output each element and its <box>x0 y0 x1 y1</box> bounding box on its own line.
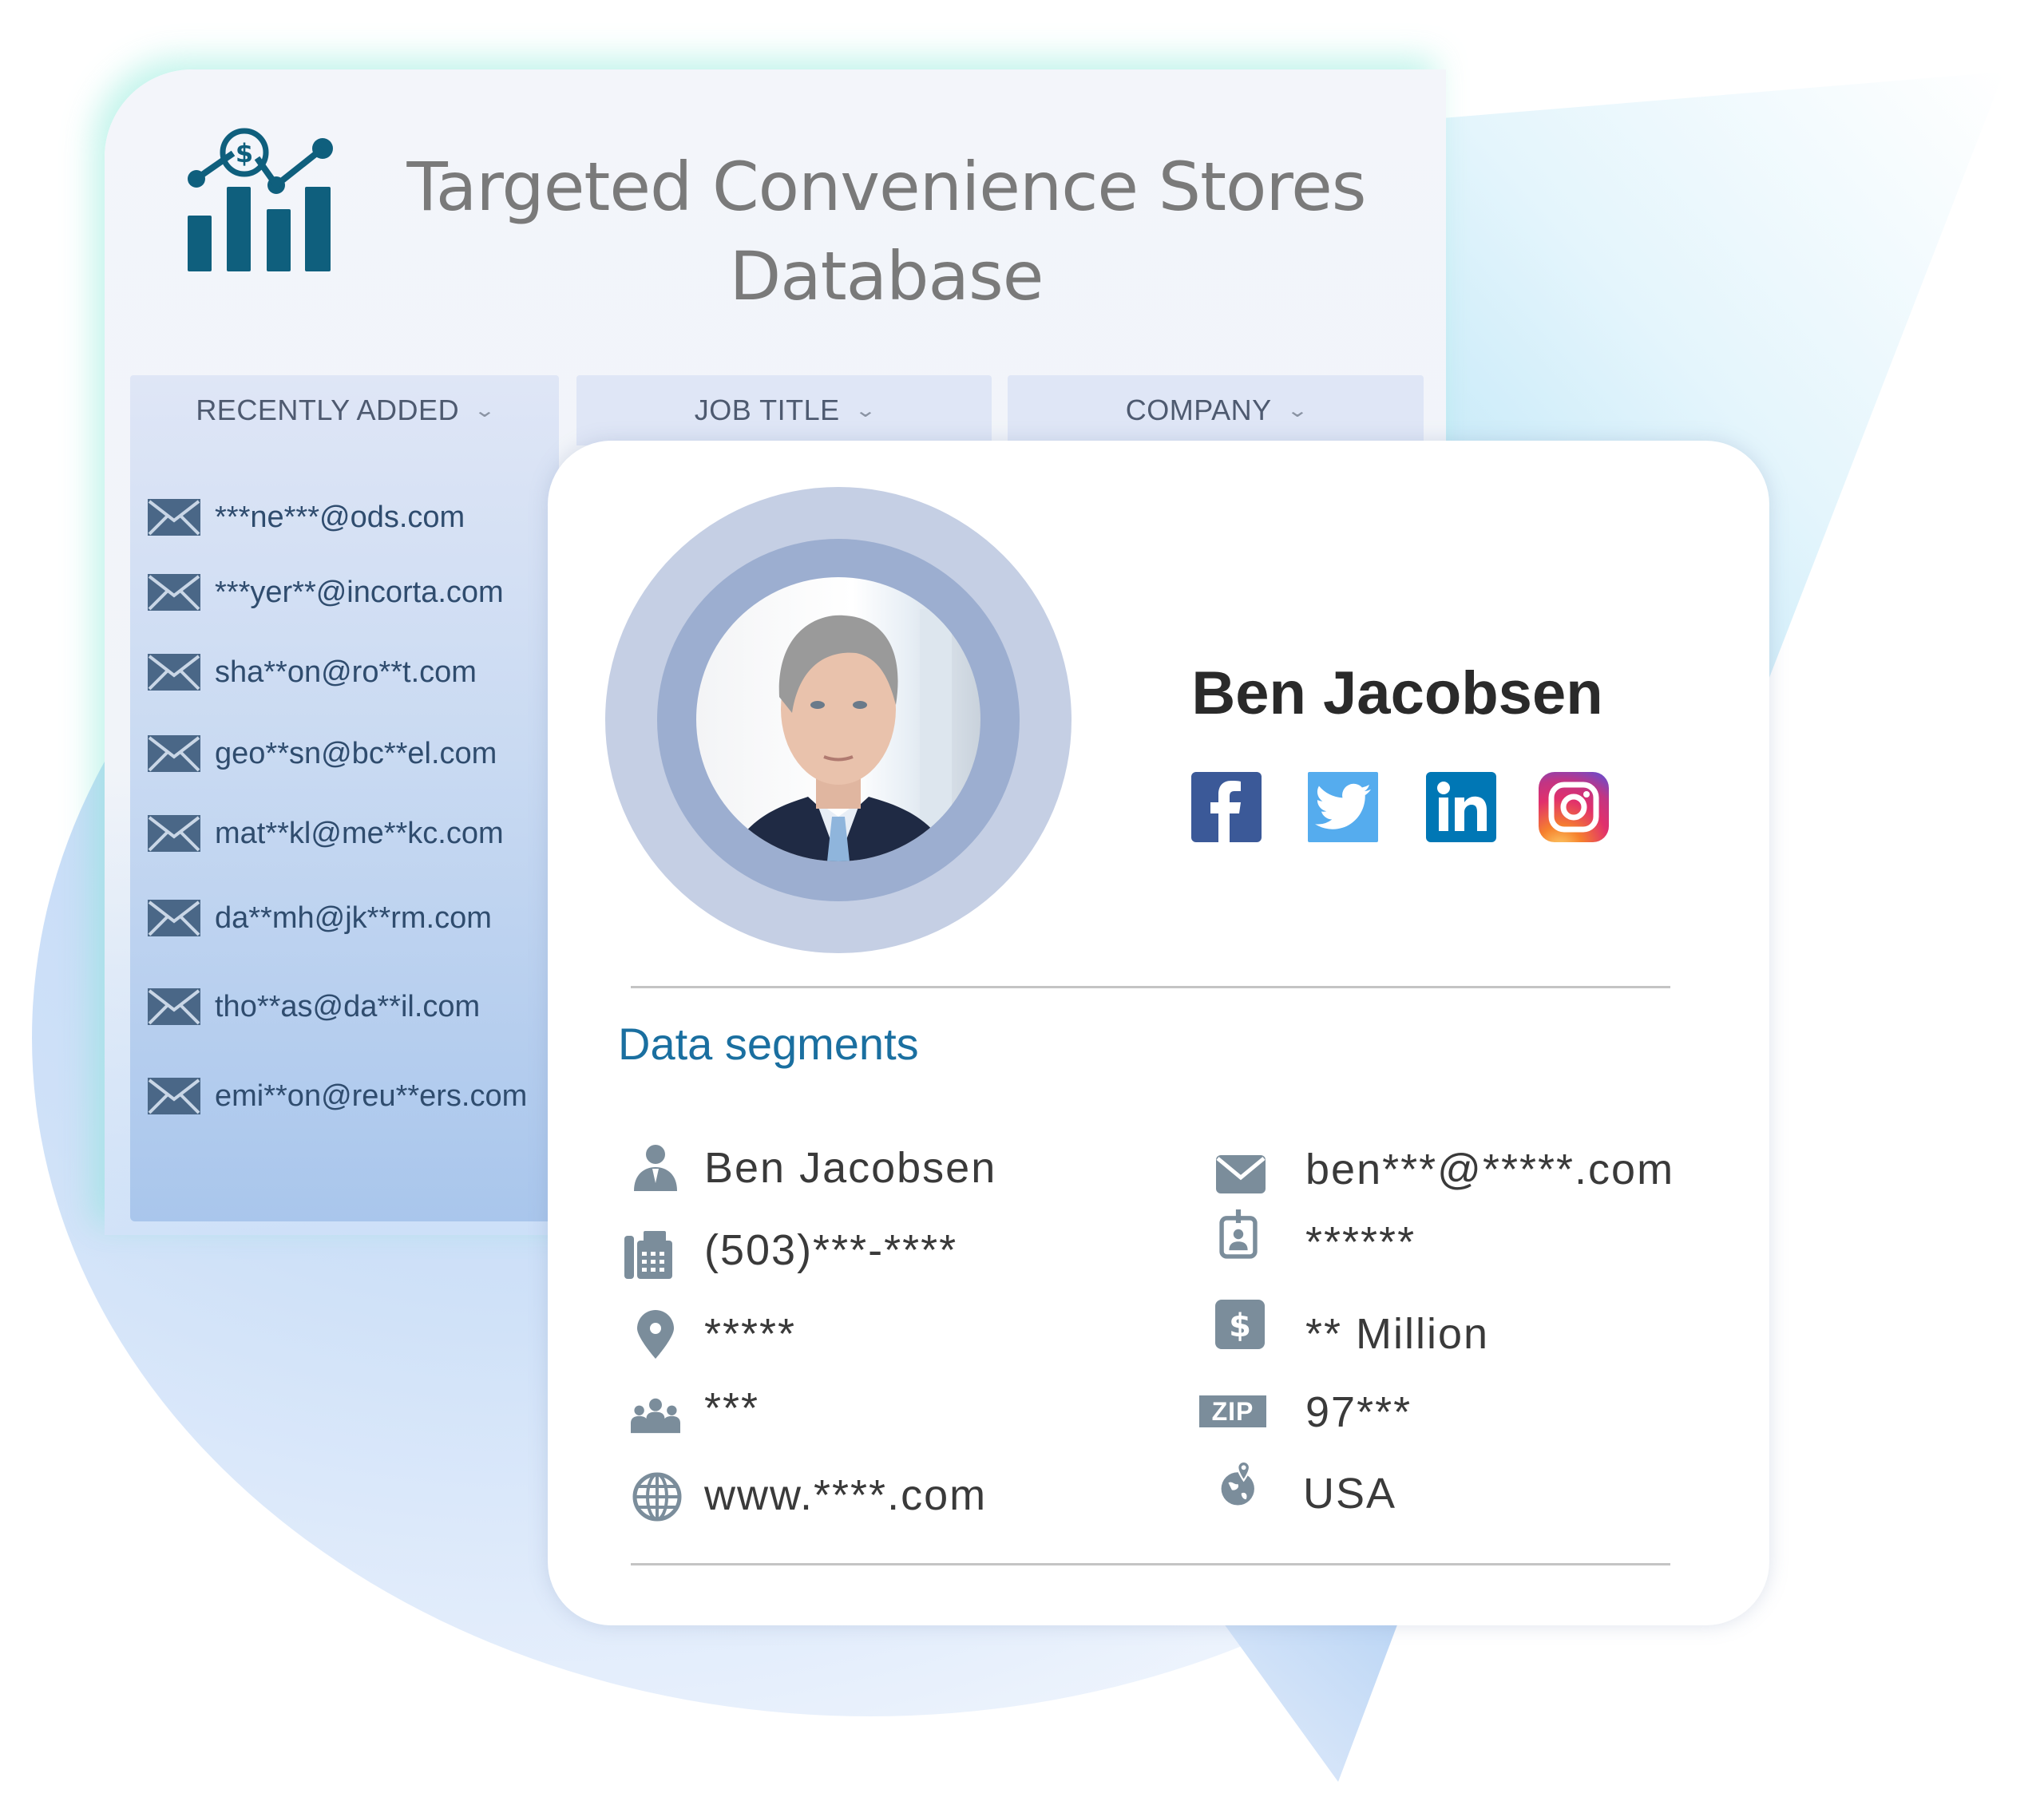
envelope-icon <box>1216 1155 1266 1193</box>
person-photo <box>728 609 952 861</box>
envelope-icon <box>148 988 200 1025</box>
email-address: geo**sn@bc**el.com <box>215 736 497 770</box>
id-badge-icon <box>1219 1209 1258 1259</box>
envelope-icon <box>148 499 200 536</box>
segment-job-title-value: ****** <box>1305 1218 1416 1266</box>
tab-label: COMPANY <box>1125 394 1272 426</box>
email-list-item[interactable]: mat**kl@me**kc.com <box>148 815 504 852</box>
background-triangle-bottom <box>1222 1621 1399 1782</box>
envelope-icon <box>148 574 200 611</box>
email-list-item[interactable]: sha**on@ro**t.com <box>148 654 477 691</box>
bar-chart-dollar-icon: $ <box>188 128 333 271</box>
person-icon <box>634 1145 677 1191</box>
tab-company[interactable]: COMPANY ⌄ <box>1008 375 1424 445</box>
email-address: ***yer**@incorta.com <box>215 575 504 609</box>
segment-revenue-value: ** Million <box>1305 1310 1490 1358</box>
email-address: da**mh@jk**rm.com <box>215 900 492 935</box>
envelope-icon <box>148 654 200 691</box>
chevron-down-icon: ⌄ <box>854 399 877 422</box>
email-list-item[interactable]: da**mh@jk**rm.com <box>148 900 492 936</box>
svg-text:$: $ <box>236 138 253 168</box>
data-segments-title: Data segments <box>618 1019 919 1069</box>
email-address: sha**on@ro**t.com <box>215 655 477 689</box>
tab-label: RECENTLY ADDED <box>196 394 460 426</box>
envelope-icon <box>148 815 200 852</box>
linkedin-icon[interactable] <box>1426 772 1496 842</box>
page-title: Targeted Convenience Stores Database <box>406 148 1366 315</box>
segment-phone-value: (503)***-**** <box>704 1226 958 1274</box>
email-list-item[interactable]: ***ne***@ods.com <box>148 499 465 536</box>
email-address: ***ne***@ods.com <box>215 500 465 534</box>
tab-job-title[interactable]: JOB TITLE ⌄ <box>576 375 992 445</box>
dollar-icon: $ <box>1215 1300 1265 1349</box>
email-address: tho**as@da**il.com <box>215 989 481 1023</box>
segment-name-value: Ben Jacobsen <box>704 1144 997 1192</box>
email-address: emi**on@reu**ers.com <box>215 1079 528 1113</box>
envelope-icon <box>148 900 200 936</box>
email-list-item[interactable]: tho**as@da**il.com <box>148 988 480 1025</box>
tab-label: JOB TITLE <box>694 394 840 426</box>
world-pin-icon <box>1221 1460 1254 1506</box>
divider-top <box>631 986 1670 988</box>
svg-text:$: $ <box>1229 1308 1251 1344</box>
segment-location-value: ***** <box>704 1310 797 1358</box>
facebook-icon[interactable] <box>1191 772 1262 842</box>
chevron-down-icon: ⌄ <box>1285 399 1309 422</box>
tab-recently-added[interactable]: RECENTLY ADDED ⌄ <box>130 375 559 445</box>
divider-bottom <box>631 1563 1670 1565</box>
profile-name: Ben Jacobsen <box>1191 659 1603 727</box>
segment-website-value: www.****.com <box>704 1471 988 1519</box>
twitter-icon[interactable] <box>1308 772 1378 842</box>
zip-icon: ZIP <box>1199 1395 1266 1427</box>
segment-employees-value: *** <box>704 1384 760 1432</box>
email-list-item[interactable]: ***yer**@incorta.com <box>148 574 504 611</box>
instagram-icon[interactable] <box>1539 772 1609 842</box>
segment-email-value: ben***@*****.com <box>1305 1146 1675 1193</box>
fax-phone-icon <box>624 1231 672 1279</box>
globe-icon <box>632 1472 682 1522</box>
segment-country-value: USA <box>1303 1470 1397 1518</box>
email-list-item[interactable]: emi**on@reu**ers.com <box>148 1078 527 1114</box>
avatar <box>696 577 980 861</box>
chevron-down-icon: ⌄ <box>473 399 497 422</box>
email-address: mat**kl@me**kc.com <box>215 816 504 850</box>
envelope-icon <box>148 735 200 772</box>
envelope-icon <box>148 1078 200 1114</box>
email-list-item[interactable]: geo**sn@bc**el.com <box>148 735 497 772</box>
team-icon <box>631 1398 680 1434</box>
location-pin-icon <box>637 1310 674 1359</box>
segment-zip-value: 97*** <box>1305 1388 1412 1436</box>
